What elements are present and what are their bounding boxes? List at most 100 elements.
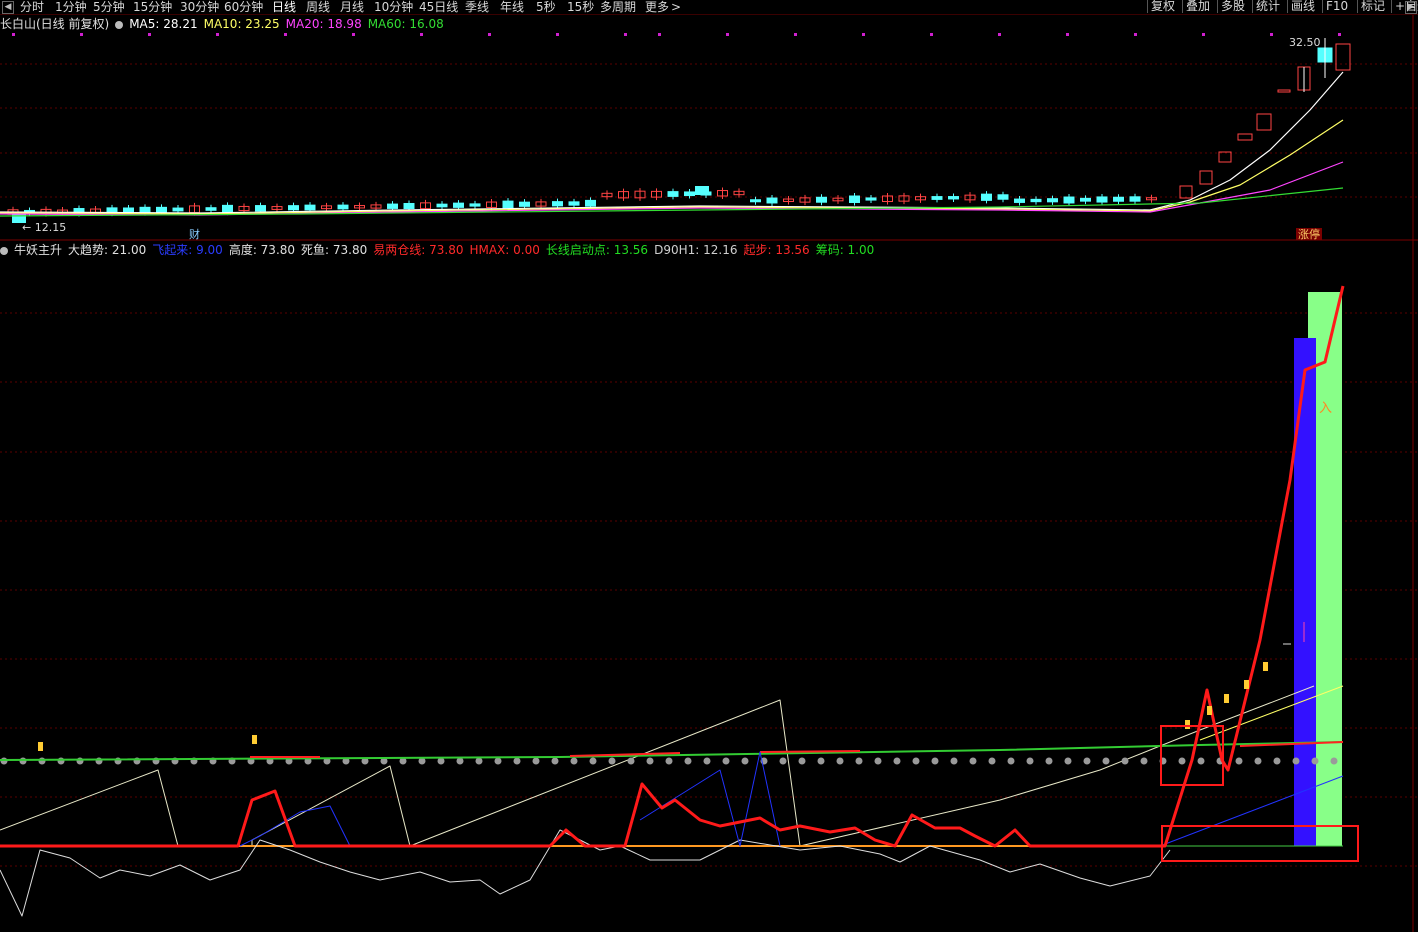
period-tab-5[interactable]: 60分钟 bbox=[224, 0, 263, 14]
candle-body bbox=[684, 191, 695, 197]
candle-body bbox=[205, 207, 217, 211]
indicator-info-line: 牛妖主升 大趋势: 21.00 飞起来: 9.00 高度: 73.80 死鱼: 73.8… bbox=[0, 243, 886, 257]
marker-dot bbox=[1202, 33, 1205, 36]
period-tab-9[interactable]: 10分钟 bbox=[374, 0, 413, 14]
indicator-settings-icon[interactable] bbox=[0, 246, 8, 255]
candle-body bbox=[453, 202, 464, 208]
more-arrow-icon[interactable]: > bbox=[671, 0, 681, 14]
grey-dot bbox=[1235, 757, 1243, 765]
tool-button-5[interactable]: F10 bbox=[1322, 0, 1351, 13]
grey-dot bbox=[817, 757, 825, 765]
tool-button-4[interactable]: 画线 bbox=[1287, 0, 1318, 13]
marker-dot bbox=[930, 33, 933, 36]
period-tab-4[interactable]: 30分钟 bbox=[180, 0, 219, 14]
period-tab-15[interactable]: 多周期 bbox=[600, 0, 636, 14]
blue-volume-bar bbox=[1294, 338, 1316, 846]
period-tab-0[interactable]: 分时 bbox=[20, 0, 44, 14]
grey-dot bbox=[513, 757, 521, 765]
candle-body bbox=[1080, 197, 1091, 202]
indicator-label-6: 长线启动点: 13.56 bbox=[545, 243, 649, 257]
grey-dot bbox=[950, 757, 958, 765]
marker-dot bbox=[1338, 33, 1341, 36]
period-tab-8[interactable]: 月线 bbox=[340, 0, 364, 14]
grey-dot bbox=[532, 757, 540, 765]
low-price-label: ← 12.15 bbox=[22, 221, 66, 234]
period-tab-1[interactable]: 1分钟 bbox=[55, 0, 87, 14]
grey-dot bbox=[1311, 757, 1319, 765]
event-marker: 财 bbox=[189, 227, 200, 241]
marker-dot bbox=[488, 33, 491, 36]
grey-dot bbox=[1273, 757, 1281, 765]
yellow-signal-1 bbox=[252, 735, 257, 744]
marker-dot bbox=[998, 33, 1001, 36]
grey-dot bbox=[1330, 757, 1338, 765]
candle-body bbox=[123, 207, 134, 213]
candle-body bbox=[1129, 196, 1141, 202]
yellow-signal-2 bbox=[1185, 720, 1190, 729]
scroll-right-icon[interactable]: ▶ bbox=[1405, 1, 1417, 14]
grey-dot bbox=[741, 757, 749, 765]
grey-dot bbox=[627, 757, 635, 765]
period-tab-7[interactable]: 周线 bbox=[306, 0, 330, 14]
grey-dot bbox=[76, 757, 84, 765]
rally-candle-3 bbox=[1237, 133, 1253, 141]
grey-dot bbox=[703, 757, 711, 765]
candle-body bbox=[255, 205, 266, 212]
marker-dot bbox=[12, 33, 15, 36]
grey-dot bbox=[1121, 757, 1129, 765]
candle-cyan bbox=[695, 186, 709, 195]
period-tab-10[interactable]: 45日线 bbox=[419, 0, 458, 14]
grey-dot bbox=[0, 757, 8, 765]
period-tab-12[interactable]: 年线 bbox=[500, 0, 524, 14]
indicator-name[interactable]: 牛妖主升 bbox=[14, 243, 62, 257]
grey-dot bbox=[684, 757, 692, 765]
candle-body bbox=[519, 201, 530, 207]
indicator-label-3: 死鱼: 73.80 bbox=[301, 243, 368, 257]
candle-body bbox=[849, 195, 860, 203]
grey-dot bbox=[1045, 757, 1053, 765]
period-tab-13[interactable]: 5秒 bbox=[536, 0, 556, 14]
grey-dot bbox=[494, 757, 502, 765]
indicator-label-9: 筹码: 1.00 bbox=[815, 243, 875, 257]
kline-chart[interactable]: 32.50 ← 12.15 财 涨停 入 bbox=[0, 0, 1418, 932]
candle-body bbox=[552, 201, 563, 207]
marker-dot bbox=[726, 33, 729, 36]
period-tab-11[interactable]: 季线 bbox=[465, 0, 489, 14]
tool-button-1[interactable]: 叠加 bbox=[1182, 0, 1213, 13]
period-tab-6[interactable]: 日线 bbox=[272, 0, 296, 14]
grey-dot bbox=[589, 757, 597, 765]
tool-button-6[interactable]: 标记 bbox=[1357, 0, 1388, 13]
grey-dot bbox=[798, 757, 806, 765]
candle-body bbox=[172, 207, 184, 212]
rally-candle-4 bbox=[1256, 113, 1272, 131]
tool-button-2[interactable]: 多股 bbox=[1217, 0, 1248, 13]
tool-button-0[interactable]: 复权 bbox=[1147, 0, 1178, 13]
period-tab-16[interactable]: 更多 bbox=[645, 0, 669, 14]
grey-dot bbox=[1007, 757, 1015, 765]
candle-body bbox=[750, 199, 761, 203]
indicator-label-4: 易两仓线: 73.80 bbox=[373, 243, 464, 257]
yellow-signal-4 bbox=[1224, 694, 1229, 703]
period-tab-3[interactable]: 15分钟 bbox=[133, 0, 172, 14]
tool-button-3[interactable]: 统计 bbox=[1252, 0, 1283, 13]
settings-gear-icon[interactable] bbox=[115, 20, 124, 29]
candle-body bbox=[948, 196, 959, 200]
marker-dot bbox=[1134, 33, 1137, 36]
marker-dot bbox=[1066, 33, 1069, 36]
marker-dot bbox=[556, 33, 559, 36]
period-tab-14[interactable]: 15秒 bbox=[567, 0, 594, 14]
period-tab-2[interactable]: 5分钟 bbox=[93, 0, 125, 14]
grey-dot bbox=[1292, 757, 1300, 765]
grey-dot bbox=[1102, 757, 1110, 765]
marker-dot bbox=[420, 33, 423, 36]
scroll-left-icon[interactable]: ◀ bbox=[2, 1, 14, 14]
stock-title[interactable]: 长白山(日线 前复权) bbox=[0, 17, 109, 31]
grey-dot bbox=[646, 757, 654, 765]
candle-body bbox=[502, 200, 514, 209]
ma-label-1: MA10: 23.25 bbox=[203, 17, 280, 31]
candle-body bbox=[337, 204, 349, 210]
grey-dot bbox=[912, 757, 920, 765]
yellow-signal-6 bbox=[1263, 662, 1268, 671]
limit-up-badge: 涨停 bbox=[1298, 227, 1320, 241]
grey-dot bbox=[1197, 757, 1205, 765]
